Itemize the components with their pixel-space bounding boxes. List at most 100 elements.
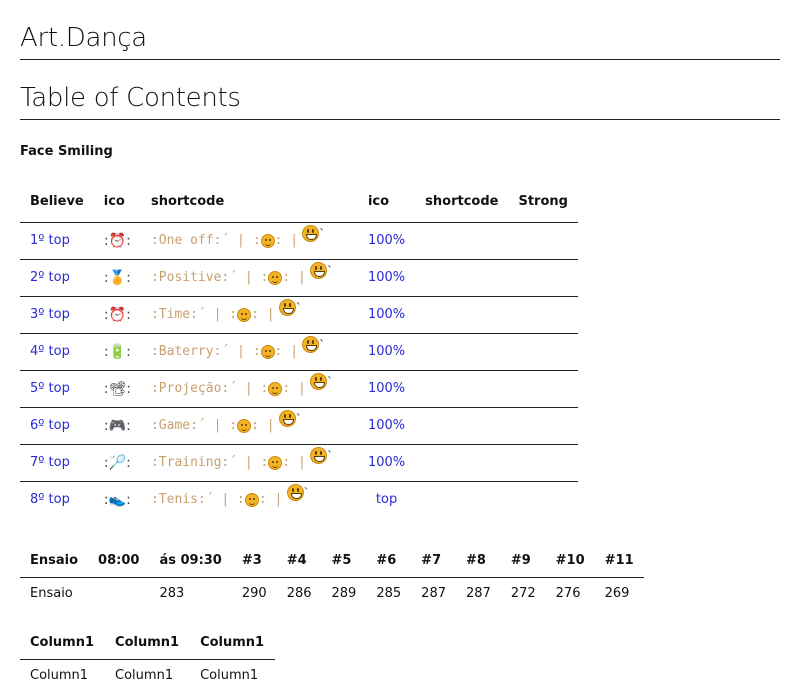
column-header: #9 <box>510 552 531 568</box>
top-link[interactable]: 3º top <box>30 307 70 322</box>
shortcode-end: : | <box>251 307 275 322</box>
shortcode-cell: :Training:´ | :: | ` <box>141 444 358 481</box>
empty-strong-cell <box>508 259 577 296</box>
shortcode-text: :Tenis:´ | : <box>150 492 245 508</box>
column-header: Ensaio <box>30 552 79 568</box>
badminton-icon: 🏸 <box>108 454 127 471</box>
colon-right: : <box>126 232 131 249</box>
grinning-face-icon <box>310 373 327 390</box>
column-header: Column1 <box>30 635 95 651</box>
empty-shortcode-cell <box>415 259 508 296</box>
backtick-mark: ` <box>327 264 333 278</box>
column-header: #10 <box>555 552 585 568</box>
table-cell: 286 <box>286 586 312 602</box>
column-header-ico-2: ico <box>367 194 390 209</box>
shortcode-cell: :Time:´ | :: | ` <box>141 296 358 333</box>
emoji-table-body: 1º top:⏰::One off:´ | :: | ` 100% 2º top:🏅… <box>20 222 578 518</box>
table-row: 2º top :🏅: :Positive:´ | : : | ` 100% <box>20 259 578 296</box>
backtick-mark: ` <box>303 486 310 501</box>
table-cell: 272 <box>510 586 536 602</box>
top-link[interactable]: 4º top <box>30 344 70 359</box>
shortcode-end: : | <box>274 233 299 248</box>
strong-cell: 100% <box>358 370 415 407</box>
grinning-face-icon <box>310 447 327 464</box>
column-header: Column1 <box>200 635 265 651</box>
row-link-cell: 3º top <box>20 296 94 333</box>
shortcode-text: :Training:´ | : <box>150 455 269 470</box>
empty-shortcode-cell <box>415 407 508 444</box>
table-row: Ensaio 283 290 286 289 285 287 287 272 276 269 <box>20 577 644 610</box>
shortcode-text: :Baterry:´ | : <box>150 344 261 359</box>
columns-table: Column1 Column1 Column1 Column1 Column1 Colu… <box>20 627 276 692</box>
percent-link[interactable]: 100% <box>368 233 405 248</box>
emoji-table: Believe ico shortcode ico shortcode Stro… <box>20 189 578 518</box>
shortcode-cell: :Projeção:´ | :: | ` <box>141 370 358 407</box>
empty-shortcode-cell <box>415 481 508 518</box>
strong-cell: 100% <box>358 296 415 333</box>
shortcode-text: :Positive:´ | : <box>150 270 269 285</box>
table-cell: 285 <box>376 586 402 602</box>
smiling-face-icon <box>244 492 259 507</box>
subheading: Face Smiling <box>20 144 113 159</box>
table-cell <box>88 577 149 610</box>
game-controller-icon: 🎮 <box>108 417 127 434</box>
smiling-face-icon <box>268 270 283 285</box>
table-header-row: Believe ico shortcode ico shortcode Stro… <box>20 189 578 222</box>
table-row: 7º top:🏸::Training:´ | :: | ` 100% <box>20 444 578 481</box>
colon-right: : <box>126 306 131 323</box>
medal-icon: 🏅 <box>108 269 127 286</box>
smiling-face-icon <box>260 233 275 248</box>
column-header: Column1 <box>115 635 180 651</box>
smiling-face-icon <box>260 344 275 359</box>
shortcode-text: :Projeção:´ | : <box>150 381 269 396</box>
column-header-believe: Believe <box>30 194 84 209</box>
shortcode-cell: :Tenis:´ | : : | ` <box>141 481 358 518</box>
ico-cell: :⏰: <box>94 222 141 259</box>
column-header: #11 <box>604 552 634 568</box>
empty-shortcode-cell <box>415 333 508 370</box>
column-header-shortcode-2: shortcode <box>425 194 499 209</box>
empty-strong-cell <box>508 296 577 333</box>
smiling-face-icon <box>237 307 252 322</box>
percent-link[interactable]: 100% <box>368 307 405 322</box>
shortcode-cell: :Baterry:´ | :: | ` <box>141 333 358 370</box>
shortcode-end: : | <box>282 270 306 285</box>
top-link[interactable]: 2º top <box>30 270 70 285</box>
column-header: #3 <box>241 552 262 568</box>
percent-link[interactable]: 100% <box>368 381 405 396</box>
percent-link[interactable]: 100% <box>368 418 405 433</box>
percent-link[interactable]: 100% <box>368 344 405 359</box>
column-header: #8 <box>466 552 486 568</box>
top-link[interactable]: 7º top <box>30 455 70 470</box>
alarm-clock-icon: ⏰ <box>108 232 127 249</box>
top-link[interactable]: 1º top <box>30 233 70 248</box>
empty-strong-cell <box>508 407 577 444</box>
table-cell: 287 <box>466 586 491 602</box>
battery-icon: 🔋 <box>108 343 127 360</box>
empty-strong-cell <box>508 333 577 370</box>
percent-link[interactable]: 100% <box>368 455 405 470</box>
percent-link[interactable]: top <box>376 492 397 507</box>
row-link-cell: 7º top <box>20 444 94 481</box>
grinning-face-icon <box>302 225 320 242</box>
grinning-face-icon <box>302 336 320 353</box>
top-link[interactable]: 6º top <box>30 418 70 433</box>
shortcode-end: : | <box>258 492 283 508</box>
table-cell: Column1 <box>115 668 174 684</box>
table-row: 1º top:⏰::One off:´ | :: | ` 100% <box>20 222 578 259</box>
row-link-cell: 1º top <box>20 222 94 259</box>
top-link[interactable]: 8º top <box>30 492 70 507</box>
ico-cell: :⏰: <box>94 296 141 333</box>
column-header: ás 09:30 <box>159 552 222 568</box>
shortcode-end: : | <box>251 418 275 433</box>
ico-cell: :🏅: <box>94 259 141 296</box>
grinning-face-icon <box>310 262 327 279</box>
percent-link[interactable]: 100% <box>368 270 405 285</box>
colon-right: : <box>126 491 131 508</box>
column-header-shortcode: shortcode <box>150 194 225 209</box>
shortcode-end: : | <box>282 455 306 470</box>
top-link[interactable]: 5º top <box>30 381 70 396</box>
ico-cell: :🔋: <box>94 333 141 370</box>
sneaker-icon: 👟 <box>108 491 127 508</box>
table-row: 4º top :🔋::Baterry:´ | :: | ` 100% <box>20 333 578 370</box>
